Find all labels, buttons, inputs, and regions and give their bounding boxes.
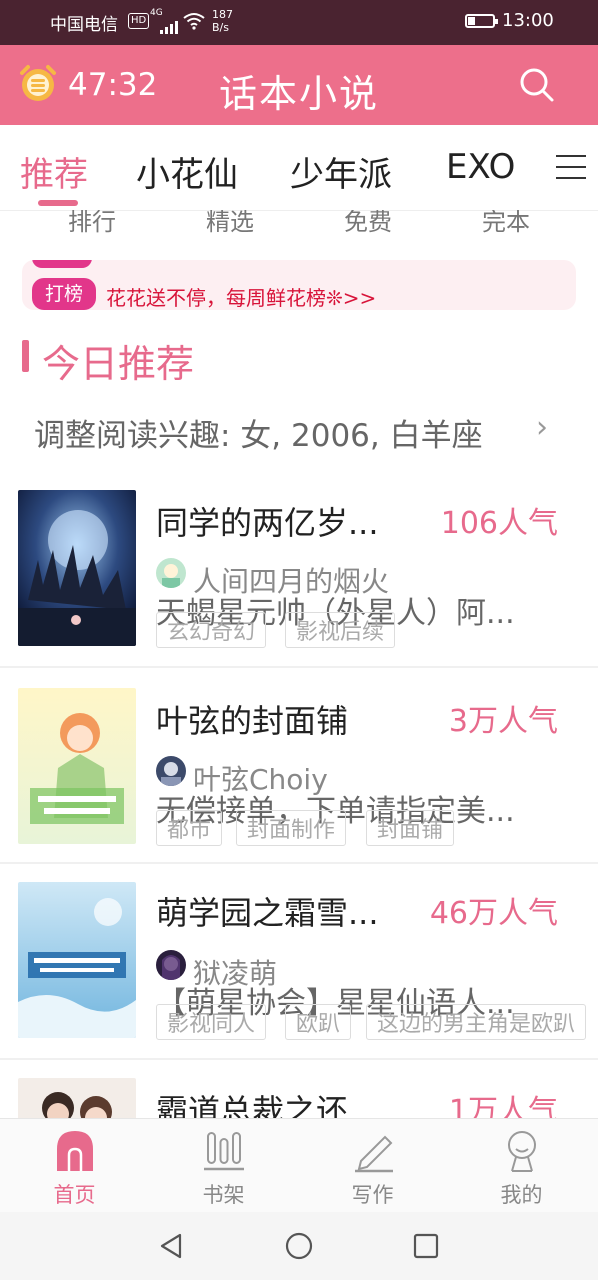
book-cover: [18, 490, 136, 646]
book-popularity: 106人气: [440, 506, 558, 541]
search-icon[interactable]: [519, 67, 555, 103]
sub-navigation: 排行 精选 免费 完本: [0, 210, 598, 240]
book-cover: [18, 688, 136, 844]
nav-write-label: 写作: [351, 1183, 394, 1207]
book-tag[interactable]: 封面制作: [236, 810, 347, 846]
author-avatar: [156, 756, 186, 786]
nav-bookshelf-label: 书架: [202, 1183, 245, 1207]
recents-icon[interactable]: [413, 1233, 439, 1259]
book-title: 萌学园之霜雪...: [156, 894, 379, 932]
network-speed: 187 B/s: [212, 8, 233, 34]
nav-home-label: 首页: [53, 1183, 96, 1207]
wifi-icon: [183, 12, 205, 35]
book-cover: [18, 882, 136, 1038]
book-popularity: 3万人气: [448, 704, 558, 739]
rank-badge: 打榜: [32, 278, 96, 310]
home-button-icon[interactable]: [285, 1232, 313, 1260]
banner-badge-partial: [32, 260, 92, 268]
nav-bookshelf[interactable]: 书架: [149, 1119, 298, 1213]
carrier-label: 中国电信: [50, 15, 118, 35]
chevron-right-icon: ›: [536, 410, 548, 445]
system-navigation-bar: [0, 1212, 598, 1280]
subnav-free[interactable]: 免费: [308, 210, 428, 237]
page-title: 话本小说: [218, 72, 379, 116]
app-header: 47:32 话本小说: [0, 45, 598, 125]
book-popularity: 1万人气: [448, 1094, 558, 1118]
tab-xiaohuaxian[interactable]: 小花仙: [136, 147, 238, 196]
subnav-ranking[interactable]: 排行: [32, 210, 152, 237]
nav-write[interactable]: 写作: [298, 1119, 447, 1213]
book-tag[interactable]: 都市: [156, 810, 223, 846]
bottom-navigation: 首页 书架 写作 我的: [0, 1118, 598, 1213]
pencil-icon: [354, 1135, 393, 1173]
section-marker: [22, 340, 29, 372]
book-title: 叶弦的封面铺: [156, 702, 349, 740]
book-tag[interactable]: 欧趴: [285, 1004, 352, 1040]
active-tab-indicator: [38, 200, 78, 206]
section-title: 今日推荐: [42, 342, 195, 386]
back-icon[interactable]: [158, 1232, 184, 1260]
nav-profile-label: 我的: [500, 1183, 543, 1207]
home-icon: [56, 1131, 93, 1171]
book-popularity: 46万人气: [429, 896, 558, 931]
clock: 13:00: [502, 10, 554, 31]
category-tabs: 推荐 小花仙 少年派 EXO: [0, 125, 598, 211]
book-tag[interactable]: 玄幻奇幻: [156, 612, 267, 648]
book-item[interactable]: 同学的两亿岁... 106人气 人间四月的烟火 天蝎星元帅（外星人）阿... 玄…: [0, 470, 598, 666]
rank-banner[interactable]: 打榜 花花送不停，每周鲜花榜❊>>: [22, 260, 576, 310]
signal-icon: [160, 15, 180, 34]
rank-banner-text: 花花送不停，每周鲜花榜❊>>: [106, 286, 377, 310]
book-item[interactable]: 萌学园之霜雪... 46万人气 狱凌萌 【萌星协会】星星仙语人... 影视同人 …: [0, 864, 598, 1060]
adjust-interest-link[interactable]: 调整阅读兴趣: 女, 2006, 白羊座: [34, 410, 483, 455]
nav-profile[interactable]: 我的: [447, 1119, 596, 1213]
book-item[interactable]: 霸道总裁之还... 1万人气: [0, 1060, 598, 1118]
hd-badge: HD: [128, 13, 150, 29]
book-title: 霸道总裁之还...: [156, 1092, 379, 1118]
tab-shaonianpai[interactable]: 少年派: [290, 147, 392, 196]
menu-icon[interactable]: [556, 155, 586, 181]
book-item[interactable]: 叶弦的封面铺 3万人气 叶弦Choiy 无偿接单，下单请指定美... 都市 封面…: [0, 668, 598, 864]
nav-home[interactable]: 首页: [0, 1119, 149, 1213]
author-avatar: [156, 558, 186, 588]
book-title: 同学的两亿岁...: [156, 504, 379, 542]
author-avatar: [156, 950, 186, 980]
subnav-completed[interactable]: 完本: [446, 210, 566, 237]
book-tag[interactable]: 影视后续: [285, 612, 396, 648]
profile-icon: [507, 1131, 536, 1172]
bookshelf-icon: [203, 1132, 244, 1171]
tab-exo[interactable]: EXO: [446, 147, 515, 187]
book-tag[interactable]: 封面铺: [366, 810, 455, 846]
status-bar: 中国电信 HD 4G 187 B/s 13:00: [0, 0, 598, 45]
book-tag[interactable]: 这边的男主角是欧趴: [366, 1004, 587, 1040]
book-cover: [18, 1078, 136, 1118]
tab-recommend[interactable]: 推荐: [20, 147, 88, 196]
book-tag[interactable]: 影视同人: [156, 1004, 267, 1040]
subnav-featured[interactable]: 精选: [170, 210, 290, 237]
battery-icon: [465, 14, 498, 28]
